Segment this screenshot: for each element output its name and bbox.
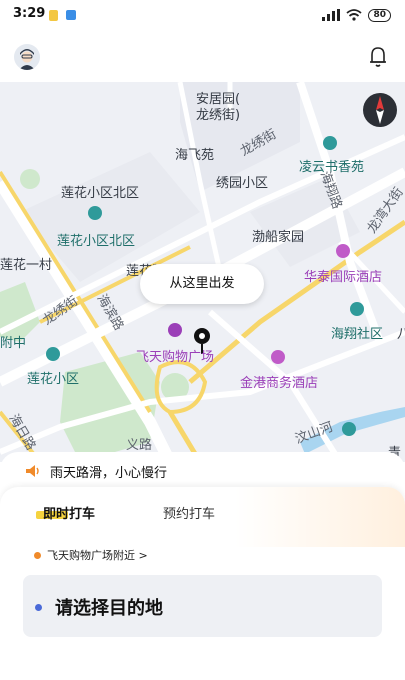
notification-bell-button[interactable] [367, 45, 389, 69]
wifi-icon [346, 9, 363, 21]
compass-button[interactable] [362, 92, 398, 128]
panel-decoration [235, 487, 405, 547]
map-label-lianhua-xiaoqu: 莲花小区 [27, 372, 80, 387]
compass-icon [363, 93, 397, 127]
origin-text: 飞天购物广场附近 > [47, 549, 148, 562]
pickup-tip[interactable]: 从这里出发 [140, 264, 264, 304]
map-label-ba: 八 [397, 327, 405, 342]
map-label-fuzhong: 附中 [0, 336, 27, 351]
top-header [0, 32, 405, 84]
destination-dot-icon [35, 604, 42, 611]
app-notification-icon [66, 10, 76, 20]
bell-icon [370, 47, 386, 67]
destination-input[interactable]: 请选择目的地 [23, 575, 382, 637]
battery-icon: 80 [368, 8, 391, 22]
map-label-lianhua-yicun: 莲花一村 [0, 258, 53, 273]
map-view[interactable]: 安居园( 龙绣街) 海飞苑 龙绣街 凌云书香苑 绣园小区 海翔路 龙湾大街 莲花… [0, 82, 405, 462]
status-bar: 3:29 80 [0, 0, 405, 32]
status-right: 80 [322, 8, 391, 22]
avatar[interactable] [14, 44, 40, 70]
map-label-yilu: 义路 [126, 438, 153, 453]
map-label-huatai: 华泰国际酒店 [304, 270, 383, 285]
map-label-lianhua-north-poi: 莲花小区北区 [57, 234, 136, 249]
signal-icon [322, 9, 341, 21]
user-avatar-icon [14, 44, 40, 70]
map-label-haixiang-community: 海翔社区 [331, 327, 384, 342]
map-label-bochuan: 渤船家园 [252, 230, 305, 245]
map-label-haifeiyuan: 海飞苑 [175, 148, 215, 163]
map-label-longxiujie-bracket: 龙绣街) [196, 108, 241, 123]
origin-dot-icon [34, 551, 41, 559]
map-label-xiuyuan: 绣园小区 [216, 176, 269, 191]
tab-scheduled-ride[interactable]: 预约打车 [163, 503, 215, 522]
map-label-jingang: 金港商务酒店 [240, 376, 319, 391]
map-label-feitian: 飞天购物广场 [136, 350, 215, 365]
map-label-lianhua-north: 莲花小区北区 [61, 186, 140, 201]
app-root: 3:29 80 安居园(龙绣街) 海飞苑 龙绣街 凌云书香苑 绣园小区 海翔路… [0, 0, 405, 680]
origin-selector[interactable]: 飞天购物广场附近 > [34, 547, 148, 563]
tab-instant-ride[interactable]: 即时打车 [43, 503, 95, 522]
speaker-icon [26, 465, 39, 477]
status-time: 3:29 [13, 6, 46, 21]
safety-notice: 雨天路滑，小心慢行 [0, 452, 405, 492]
notification-icon [49, 10, 58, 21]
ride-panel: 即时打车 预约打车 飞天购物广场附近 > 请选择目的地 [0, 487, 405, 680]
notice-text: 雨天路滑，小心慢行 [50, 466, 168, 481]
destination-placeholder: 请选择目的地 [55, 598, 163, 619]
